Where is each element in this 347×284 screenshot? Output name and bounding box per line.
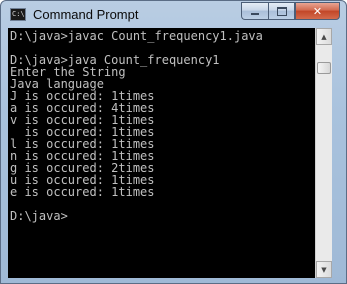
minimize-button[interactable] — [241, 2, 268, 20]
maximize-icon — [276, 6, 287, 16]
command-prompt-window: C:\ Command Prompt ✕ D:\java>javac Count… — [0, 0, 347, 284]
close-button[interactable]: ✕ — [295, 2, 340, 20]
title-bar[interactable]: C:\ Command Prompt ✕ — [1, 1, 346, 28]
console-line: e is occured: 1times — [10, 185, 155, 199]
command-prompt-icon[interactable]: C:\ — [10, 8, 26, 21]
scrollbar-thumb[interactable] — [317, 62, 331, 74]
scroll-up-button[interactable]: ▲ — [316, 28, 332, 45]
scroll-down-button[interactable]: ▼ — [316, 261, 332, 278]
minimize-icon — [251, 13, 259, 15]
up-arrow-icon: ▲ — [321, 32, 327, 41]
console-output-area[interactable]: D:\java>javac Count_frequency1.java D:\ja… — [8, 28, 315, 278]
console-line: D:\java>javac Count_frequency1.java — [10, 29, 263, 43]
caption-buttons: ✕ — [241, 2, 340, 20]
down-arrow-icon: ▼ — [321, 265, 327, 274]
console-line: D:\java> — [10, 209, 68, 223]
maximize-button[interactable] — [268, 2, 295, 20]
console-text: D:\java>javac Count_frequency1.java D:\ja… — [10, 30, 263, 222]
window-title: Command Prompt — [33, 7, 139, 22]
close-icon: ✕ — [312, 4, 323, 18]
vertical-scrollbar[interactable]: ▲ ▼ — [315, 28, 332, 278]
